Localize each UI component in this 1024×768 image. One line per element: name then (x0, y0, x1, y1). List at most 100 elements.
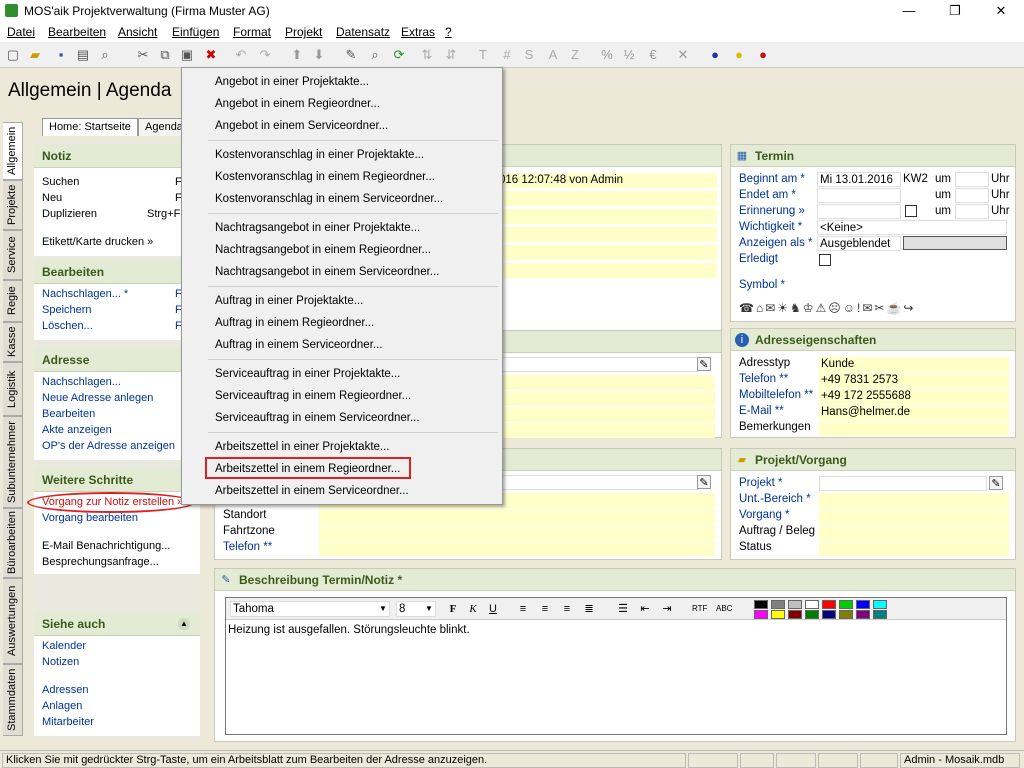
vtab-stammdaten[interactable]: Stammdaten (3, 664, 23, 736)
open-folder-icon[interactable]: ▰ (26, 46, 44, 64)
endet-time-field[interactable] (955, 188, 989, 203)
search-icon[interactable]: ⌕ (366, 46, 384, 64)
paste-icon[interactable]: ▣ (178, 46, 196, 64)
align-left-icon[interactable]: ≡ (516, 602, 530, 616)
link-duplizieren[interactable]: Duplizieren (42, 208, 97, 220)
currency-icon[interactable]: € (644, 46, 662, 64)
text-icon[interactable]: T (474, 46, 492, 64)
projekt-field[interactable] (819, 476, 987, 491)
color-magenta[interactable] (754, 610, 768, 619)
label-email[interactable]: E-Mail ** (739, 405, 784, 417)
label-endet[interactable]: Endet am * (739, 189, 796, 201)
color-white[interactable] (805, 600, 819, 609)
color-purple[interactable] (856, 610, 870, 619)
label-vorgang[interactable]: Vorgang * (739, 509, 790, 521)
link-mitarbeiter[interactable]: Mitarbeiter (42, 716, 94, 728)
label-symbol[interactable]: Symbol * (739, 279, 785, 291)
menu-extras[interactable]: Extras (401, 25, 435, 39)
vtab-projekte[interactable]: Projekte (3, 180, 23, 230)
notiz-field-1[interactable] (497, 191, 717, 206)
undo-icon[interactable]: ↶ (232, 46, 250, 64)
minimize-button[interactable]: — (886, 0, 932, 22)
wichtigkeit-field[interactable]: <Keine> (817, 220, 1007, 235)
menu-help[interactable]: ? (445, 25, 452, 39)
align-right-icon[interactable]: ≡ (560, 602, 574, 616)
arrow-up-icon[interactable]: ⬆ (288, 46, 306, 64)
anzeigen-field[interactable]: Ausgeblendet (817, 236, 901, 251)
user-red-icon[interactable]: ● (754, 46, 772, 64)
user-blue-icon[interactable]: ● (706, 46, 724, 64)
sort-desc-icon[interactable]: ⇵ (442, 46, 460, 64)
link-kalender[interactable]: Kalender (42, 640, 86, 652)
color-maroon[interactable] (788, 610, 802, 619)
z-icon[interactable]: Z (566, 46, 584, 64)
link-suchen[interactable]: Suchen (42, 176, 79, 188)
menu-arbeitszettel-serviceordner[interactable]: Arbeitszettel in einem Serviceordner... (215, 485, 409, 497)
link-nachschlagen[interactable]: Nachschlagen... * (42, 288, 128, 300)
spellcheck-icon[interactable]: ABC (716, 602, 732, 616)
color-teal[interactable] (873, 610, 887, 619)
decimal-icon[interactable]: ½ (620, 46, 638, 64)
color-olive[interactable] (839, 610, 853, 619)
link-neue-adresse[interactable]: Neue Adresse anlegen (42, 392, 153, 404)
link-anlagen[interactable]: Anlagen (42, 700, 82, 712)
label-wichtigkeit[interactable]: Wichtigkeit * (739, 221, 802, 233)
menu-ansicht[interactable]: Ansicht (118, 25, 157, 39)
color-green[interactable] (839, 600, 853, 609)
color-blue[interactable] (856, 600, 870, 609)
notiz-field-3[interactable] (497, 227, 717, 242)
size-dropdown-icon[interactable]: ▼ (422, 602, 436, 616)
vtab-regie[interactable]: Regie (3, 280, 23, 322)
font-select[interactable]: Tahoma (230, 601, 390, 617)
close-button[interactable]: ✕ (978, 0, 1024, 22)
notiz-field-4[interactable] (497, 245, 717, 260)
vtab-service[interactable]: Service (3, 230, 23, 280)
color-red[interactable] (822, 600, 836, 609)
anzeigen-color-bar[interactable] (903, 236, 1007, 250)
cut-icon[interactable]: ✂ (134, 46, 152, 64)
italic-button[interactable]: K (466, 602, 480, 616)
new-doc-icon[interactable]: ▢ (4, 46, 22, 64)
menu-arbeitszettel-projektakte[interactable]: Arbeitszettel in einer Projektakte... (215, 441, 390, 453)
pencil-icon[interactable]: ✎ (342, 46, 360, 64)
tab-home[interactable]: Home: Startseite (42, 118, 138, 136)
indent-icon[interactable]: ⇥ (660, 602, 674, 616)
symbol-icon-strip[interactable]: ☎⌂✉☀♞♔⚠☹☺!✉✂☕↪ (739, 301, 1011, 317)
color-navy[interactable] (822, 610, 836, 619)
label-beginnt[interactable]: Beginnt am * (739, 173, 805, 185)
link-ops[interactable]: OP's der Adresse anzeigen (42, 440, 175, 452)
notiz-field-2[interactable] (497, 209, 717, 224)
redo-icon[interactable]: ↷ (256, 46, 274, 64)
vtab-allgemein[interactable]: Allgemein (3, 122, 23, 180)
editor-text[interactable]: Heizung ist ausgefallen. Störungsleuchte… (228, 624, 470, 636)
projekt-edit-icon[interactable]: ✎ (989, 476, 1003, 490)
label-erinnerung[interactable]: Erinnerung » (739, 205, 805, 217)
label-standort-telefon[interactable]: Telefon ** (223, 541, 272, 553)
arrow-down-icon[interactable]: ⬇ (310, 46, 328, 64)
link-besprechung[interactable]: Besprechungsanfrage... (42, 556, 159, 568)
standort-edit-icon[interactable]: ✎ (697, 475, 711, 489)
menu-kv-projektakte[interactable]: Kostenvoranschlag in einer Projektakte..… (215, 149, 424, 161)
user-yellow-icon[interactable]: ● (730, 46, 748, 64)
outdent-icon[interactable]: ⇤ (638, 602, 652, 616)
link-adressen[interactable]: Adressen (42, 684, 88, 696)
align-center-icon[interactable]: ≡ (538, 602, 552, 616)
underline-button[interactable]: U (486, 602, 500, 616)
erinnerung-checkbox[interactable] (905, 205, 917, 217)
menu-format[interactable]: Format (233, 25, 271, 39)
font-dropdown-icon[interactable]: ▼ (376, 602, 390, 616)
menu-einfuegen[interactable]: Einfügen (172, 25, 219, 39)
color-cyan[interactable] (873, 600, 887, 609)
maximize-button[interactable]: ❐ (932, 0, 978, 22)
link-etikett[interactable]: Etikett/Karte drucken » (42, 236, 153, 248)
menu-kv-regieordner[interactable]: Kostenvoranschlag in einem Regieordner..… (215, 171, 435, 183)
menu-auftrag-regieordner[interactable]: Auftrag in einem Regieordner... (215, 317, 374, 329)
link-vorgang-bearbeiten[interactable]: Vorgang bearbeiten (42, 512, 138, 524)
label-projekt[interactable]: Projekt * (739, 477, 782, 489)
rtf-icon[interactable]: RTF (692, 602, 707, 616)
erledigt-checkbox[interactable] (819, 254, 831, 266)
menu-nachtrag-projektakte[interactable]: Nachtragsangebot in einer Projektakte... (215, 222, 420, 234)
vtab-bueroarbeiten[interactable]: Büroarbeiten (3, 508, 23, 578)
bold-button[interactable]: F (446, 602, 460, 616)
color-darkgreen[interactable] (805, 610, 819, 619)
